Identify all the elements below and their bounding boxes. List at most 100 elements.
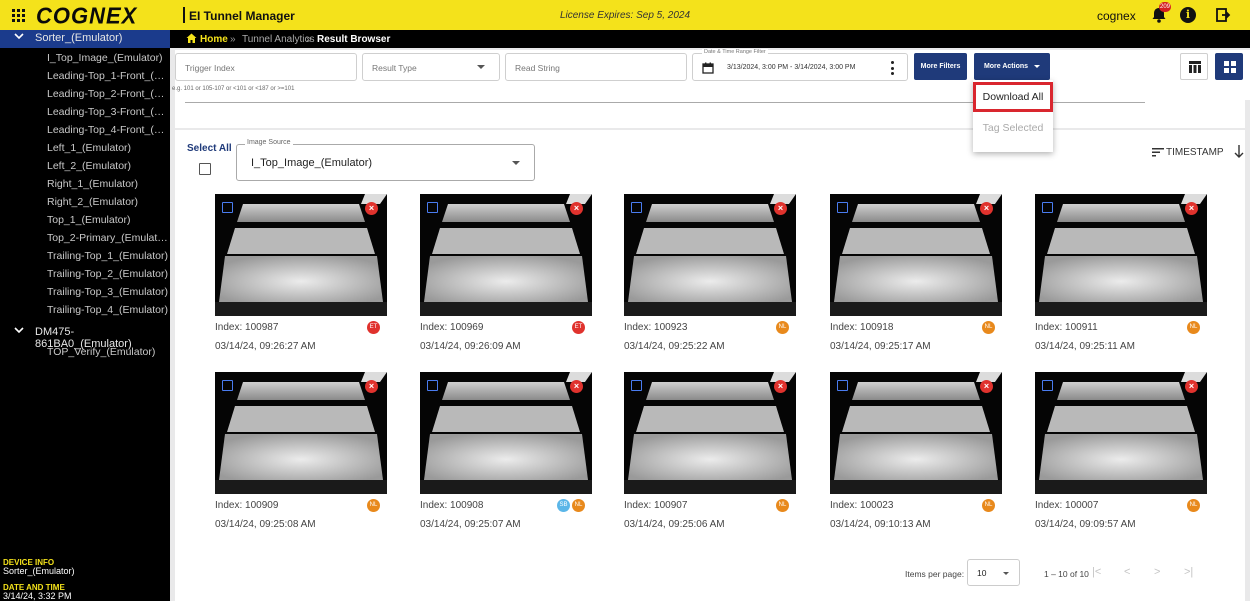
result-type-select[interactable]: Result Type [362,53,500,81]
card-timestamp: 03/14/24, 09:09:57 AM [1035,519,1136,530]
notification-badge: 209 [1159,2,1171,12]
items-per-page-label: Items per page: [905,569,965,579]
read-string-input[interactable]: Read String [505,53,687,81]
result-code-badge: ET [367,321,380,334]
items-per-page-value: 10 [977,568,987,578]
card-index: Index: 100007 [1035,500,1099,511]
result-thumbnail[interactable]: × [1035,194,1207,316]
result-card[interactable]: × Index: 100907 03/14/24, 09:25:06 AM NL [624,372,796,530]
result-card[interactable]: × Index: 100909 03/14/24, 09:25:08 AM NL [215,372,387,530]
tree-item[interactable]: Top_2-Primary_(Emulator) [47,232,169,244]
date-time-value: 3/14/24, 3:32 PM [3,591,72,601]
download-all-menu-item[interactable]: Download All [973,82,1053,112]
result-thumbnail[interactable]: × [830,372,1002,494]
tree-item[interactable]: Right_1_(Emulator) [47,178,169,190]
result-card[interactable]: × Index: 100987 03/14/24, 09:26:27 AM ET [215,194,387,352]
last-page-icon[interactable]: >| [1184,566,1193,578]
result-card[interactable]: × Index: 100911 03/14/24, 09:25:11 AM NL [1035,194,1207,352]
sort-field-label[interactable]: TIMESTAMP [1166,147,1224,158]
select-all-label[interactable]: Select All [187,143,232,154]
result-thumbnail[interactable]: × [624,194,796,316]
breadcrumb-home[interactable]: Home [200,34,228,45]
result-thumbnail[interactable]: × [215,372,387,494]
tree-item[interactable]: Right_2_(Emulator) [47,196,169,208]
select-all-checkbox[interactable] [199,163,211,175]
card-select-checkbox[interactable] [427,202,438,213]
arrow-down-icon[interactable] [1234,145,1244,158]
chevron-down-icon [14,327,24,334]
result-card[interactable]: × Index: 100908 03/14/24, 09:25:07 AM SB NL [420,372,592,530]
conveyor-image [830,194,1002,316]
trigger-index-placeholder: Trigger Index [185,63,235,73]
more-actions-label: More Actions [983,63,1029,70]
tree-group-dm475[interactable]: DM475-861BA0_(Emulator) [0,324,170,350]
result-thumbnail[interactable]: × [1035,372,1207,494]
tree-item[interactable]: I_Top_Image_(Emulator) [47,52,169,64]
conveyor-image [1035,194,1207,316]
tree-item[interactable]: Trailing-Top_2_(Emulator) [47,268,169,280]
image-source-select[interactable]: Image Source I_Top_Image_(Emulator) [236,139,535,181]
result-card[interactable]: × Index: 100007 03/14/24, 09:09:57 AM NL [1035,372,1207,530]
more-filters-button[interactable]: More Filters [914,53,967,80]
tree-item[interactable]: Leading-Top_1-Front_(Emul... [47,70,169,82]
result-thumbnail[interactable]: × [830,194,1002,316]
tree-item[interactable]: Trailing-Top_4_(Emulator) [47,304,169,316]
tree-item[interactable]: Trailing-Top_1_(Emulator) [47,250,169,262]
more-vert-icon[interactable] [890,61,894,75]
tree-item[interactable]: Left_2_(Emulator) [47,160,169,172]
tree-item[interactable]: Left_1_(Emulator) [47,142,169,154]
result-type-placeholder: Result Type [372,63,417,73]
result-thumbnail[interactable]: × [420,372,592,494]
image-source-value: I_Top_Image_(Emulator) [251,157,373,169]
home-icon[interactable] [186,33,197,44]
calendar-icon[interactable] [702,62,714,74]
conveyor-image [624,372,796,494]
first-page-icon[interactable]: |< [1092,566,1101,578]
tree-item[interactable]: Leading-Top_2-Front_(Emul... [47,88,169,100]
card-select-checkbox[interactable] [837,202,848,213]
card-select-checkbox[interactable] [631,380,642,391]
info-icon[interactable]: i [1180,7,1196,23]
card-select-checkbox[interactable] [427,380,438,391]
card-select-checkbox[interactable] [222,202,233,213]
prev-page-icon[interactable]: < [1124,566,1130,578]
tree-item[interactable]: Leading-Top_3-Front_(Emul... [47,106,169,118]
result-code-badge: NL [982,499,995,512]
date-range-filter[interactable]: Date & Time Range Filter 3/13/2024, 3:00… [692,49,908,81]
tree-group-sorter[interactable]: Sorter_(Emulator) [0,30,170,48]
next-page-icon[interactable]: > [1154,566,1160,578]
card-timestamp: 03/14/24, 09:25:11 AM [1035,341,1135,352]
table-view-toggle[interactable] [1180,53,1208,80]
tree-item[interactable]: Trailing-Top_3_(Emulator) [47,286,169,298]
sort-icon[interactable] [1152,147,1164,157]
result-thumbnail[interactable]: × [624,372,796,494]
top-bar: COGNEX EI Tunnel Manager License Expires… [0,0,1250,30]
grid-view-toggle[interactable] [1215,53,1243,80]
tree-item[interactable]: Top_1_(Emulator) [47,214,169,226]
dropdown-caret-icon [1034,64,1041,68]
card-select-checkbox[interactable] [222,380,233,391]
result-card[interactable]: × Index: 100023 03/14/24, 09:10:13 AM NL [830,372,1002,530]
tree-item[interactable]: Leading-Top_4-Front_(Emul... [47,124,169,136]
result-thumbnail[interactable]: × [420,194,592,316]
result-card[interactable]: × Index: 100918 03/14/24, 09:25:17 AM NL [830,194,1002,352]
breadcrumb: Home » Tunnel Analytics » Result Browser [170,30,1250,48]
apps-grid-icon[interactable] [12,9,25,22]
result-card[interactable]: × Index: 100923 03/14/24, 09:25:22 AM NL [624,194,796,352]
user-name[interactable]: cognex [1097,9,1136,23]
card-index: Index: 100918 [830,322,894,333]
logout-icon[interactable] [1215,7,1231,23]
trigger-index-input[interactable]: Trigger Index [175,53,357,81]
failed-status-icon: × [1185,380,1198,393]
card-select-checkbox[interactable] [1042,380,1053,391]
breadcrumb-tunnel-analytics[interactable]: Tunnel Analytics [242,34,314,45]
card-select-checkbox[interactable] [1042,202,1053,213]
items-per-page-select[interactable]: 10 [967,559,1020,586]
card-select-checkbox[interactable] [631,202,642,213]
tree-item[interactable]: TOP_Verify_(Emulator) [47,346,169,358]
card-timestamp: 03/14/24, 09:25:07 AM [420,519,521,530]
result-thumbnail[interactable]: × [215,194,387,316]
card-select-checkbox[interactable] [837,380,848,391]
result-card[interactable]: × Index: 100969 03/14/24, 09:26:09 AM ET [420,194,592,352]
more-actions-button[interactable]: More Actions [974,53,1050,80]
